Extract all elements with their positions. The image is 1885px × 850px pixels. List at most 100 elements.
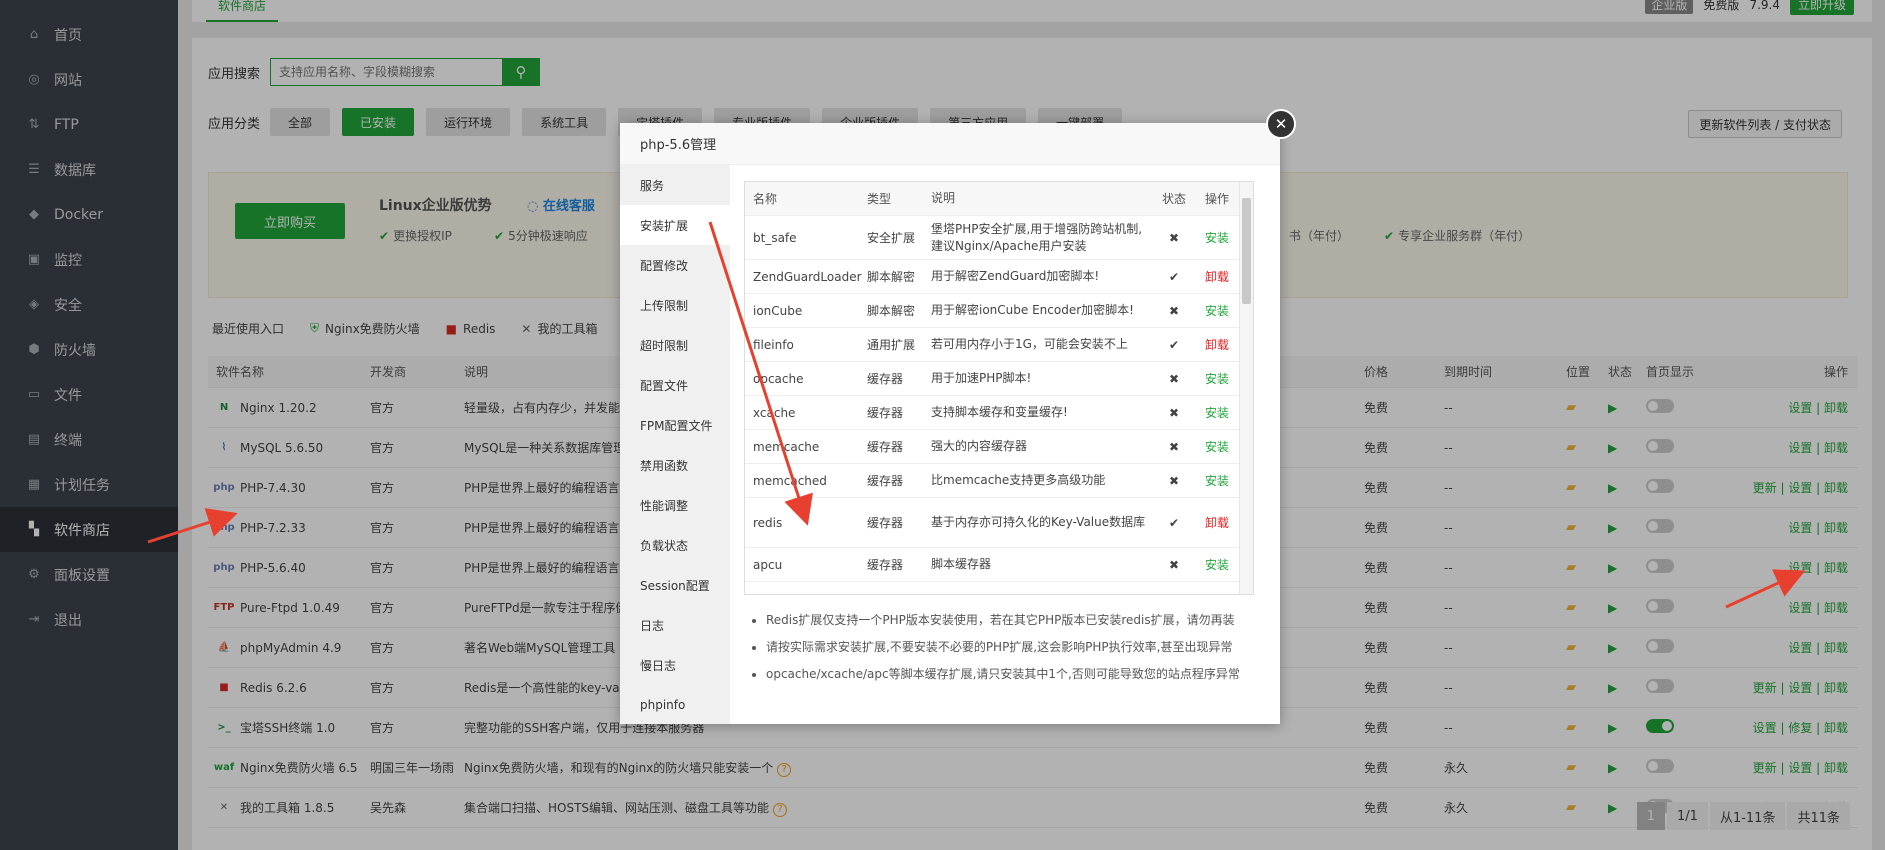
- extension-row: ionCube 脚本解密 用于解密ionCube Encoder加密脚本! ✖ 安装: [745, 294, 1253, 328]
- dialog-menu-item[interactable]: 配置文件: [620, 365, 730, 405]
- cross-icon: ✖: [1168, 439, 1180, 454]
- extension-name: fileinfo: [753, 337, 794, 352]
- note-item: 请按实际需求安装扩展,不要安装不必要的PHP扩展,这会影响PHP执行效率,甚至出…: [766, 638, 1270, 655]
- uninstall-button[interactable]: 卸载: [1193, 336, 1241, 353]
- extension-state: ✖: [1155, 474, 1193, 488]
- extension-row: apcu 缓存器 脚本缓存器 ✖ 安装: [745, 548, 1253, 582]
- dialog-menu-item[interactable]: phpinfo: [620, 685, 730, 725]
- extension-body: bt_safe 安全扩展 堡塔PHP安全扩展,用于增强防跨站机制,建议Nginx/A…: [745, 216, 1253, 582]
- install-button[interactable]: 安装: [1193, 404, 1241, 421]
- dialog-menu-item[interactable]: 慢日志: [620, 645, 730, 685]
- extension-desc: 比memcache支持更多高级功能: [931, 473, 1106, 488]
- extension-desc: 堡塔PHP安全扩展,用于增强防跨站机制,建议Nginx/Apache用户安装: [931, 222, 1143, 253]
- extension-state: ✔: [1155, 338, 1193, 352]
- install-button[interactable]: 安装: [1193, 302, 1241, 319]
- dialog-menu-item[interactable]: 上传限制: [620, 285, 730, 325]
- extension-desc: 强大的内容缓存器: [931, 439, 1028, 454]
- extension-desc: 基于内存亦可持久化的Key-Value数据库: [931, 515, 1146, 530]
- check-icon: ✔: [1168, 269, 1180, 284]
- install-button[interactable]: 安装: [1193, 438, 1241, 455]
- dialog-menu-item[interactable]: 超时限制: [620, 325, 730, 365]
- extension-state: ✖: [1155, 231, 1193, 245]
- check-icon: ✔: [1168, 515, 1180, 530]
- extension-type: 缓存器: [867, 474, 904, 488]
- dialog-menu-item[interactable]: 配置修改: [620, 245, 730, 285]
- uninstall-button[interactable]: 卸载: [1193, 514, 1241, 531]
- dialog-menu-item[interactable]: 日志: [620, 605, 730, 645]
- ext-header-name: 名称: [753, 192, 778, 206]
- cross-icon: ✖: [1168, 230, 1180, 245]
- extension-desc: 脚本缓存器: [931, 557, 992, 572]
- extension-row: memcache 缓存器 强大的内容缓存器 ✖ 安装: [745, 430, 1253, 464]
- php-manage-dialog: php-5.6管理 ✕ 服务 安装扩展 配置修改 上传限制 超时限制 配置文件 FPM配置文…: [620, 109, 1296, 724]
- extension-type: 缓存器: [867, 558, 904, 572]
- dialog-menu-item[interactable]: 性能调整: [620, 485, 730, 525]
- extension-type: 缓存器: [867, 516, 904, 530]
- uninstall-button[interactable]: 卸载: [1193, 268, 1241, 285]
- extension-state: ✖: [1155, 406, 1193, 420]
- cross-icon: ✖: [1168, 371, 1180, 386]
- extension-row: bt_safe 安全扩展 堡塔PHP安全扩展,用于增强防跨站机制,建议Nginx/A…: [745, 216, 1253, 260]
- extension-row: xcache 缓存器 支持脚本缓存和变量缓存! ✖ 安装: [745, 396, 1253, 430]
- dialog-menu-item[interactable]: 安装扩展: [620, 205, 730, 245]
- install-button[interactable]: 安装: [1193, 370, 1241, 387]
- extension-type: 缓存器: [867, 406, 904, 420]
- extension-desc: 若可用内存小于1G，可能会安装不上: [931, 337, 1128, 352]
- scrollbar-thumb[interactable]: [1242, 198, 1251, 304]
- extension-state: ✖: [1155, 558, 1193, 572]
- extension-row: redis 缓存器 基于内存亦可持久化的Key-Value数据库 ✔ 卸载: [745, 498, 1253, 548]
- extension-row: memcached 缓存器 比memcache支持更多高级功能 ✖ 安装: [745, 464, 1253, 498]
- extension-type: 脚本解密: [867, 270, 916, 284]
- dialog-menu-item[interactable]: 服务: [620, 165, 730, 205]
- install-button[interactable]: 安装: [1193, 229, 1241, 246]
- check-icon: ✔: [1168, 337, 1180, 352]
- extension-state: ✔: [1155, 516, 1193, 530]
- extension-row: fileinfo 通用扩展 若可用内存小于1G，可能会安装不上 ✔ 卸载: [745, 328, 1253, 362]
- dialog-title: php-5.6管理: [620, 123, 1280, 165]
- dialog-body: 名称 类型 说明 状态 操作 bt_safe 安全扩展 堡塔PHP安全扩展,用于增强…: [730, 165, 1280, 724]
- extension-state: ✖: [1155, 372, 1193, 386]
- install-button[interactable]: 安装: [1193, 556, 1241, 573]
- cross-icon: ✖: [1168, 303, 1180, 318]
- ext-header-op: 操作: [1204, 192, 1229, 206]
- install-button[interactable]: 安装: [1193, 472, 1241, 489]
- extension-name: ionCube: [753, 303, 803, 318]
- extension-header: 名称 类型 说明 状态 操作: [745, 182, 1253, 216]
- extension-notes: Redis扩展仅支持一个PHP版本安装使用，若在其它PHP版本已安装redis扩…: [750, 611, 1270, 692]
- extension-row: ZendGuardLoader 脚本解密 用于解密ZendGuard加密脚本! ✔ 卸载: [745, 260, 1253, 294]
- extension-name: opcache: [753, 371, 804, 386]
- extension-name: bt_safe: [753, 230, 797, 245]
- extension-table: 名称 类型 说明 状态 操作 bt_safe 安全扩展 堡塔PHP安全扩展,用于增强…: [744, 181, 1254, 595]
- extension-desc: 用于加速PHP脚本!: [931, 371, 1032, 386]
- ext-header-desc: 说明: [931, 191, 956, 206]
- extension-state: ✖: [1155, 304, 1193, 318]
- dialog-menu: 服务 安装扩展 配置修改 上传限制 超时限制 配置文件 FPM配置文件 禁用函数 性能调整 负载状…: [620, 165, 730, 724]
- cross-icon: ✖: [1168, 405, 1180, 420]
- extension-state: ✖: [1155, 440, 1193, 454]
- cross-icon: ✖: [1168, 473, 1180, 488]
- ext-header-state: 状态: [1161, 192, 1186, 206]
- extension-state: ✔: [1155, 270, 1193, 284]
- close-button[interactable]: ✕: [1266, 109, 1296, 139]
- extension-row: opcache 缓存器 用于加速PHP脚本! ✖ 安装: [745, 362, 1253, 396]
- cross-icon: ✖: [1168, 557, 1180, 572]
- dialog-menu-item[interactable]: 禁用函数: [620, 445, 730, 485]
- extension-desc: 支持脚本缓存和变量缓存!: [931, 405, 1068, 420]
- dialog-menu-item[interactable]: 负载状态: [620, 525, 730, 565]
- note-item: opcache/xcache/apc等脚本缓存扩展,请只安装其中1个,否则可能导…: [766, 665, 1270, 682]
- extension-name: redis: [753, 515, 783, 530]
- note-item: Redis扩展仅支持一个PHP版本安装使用，若在其它PHP版本已安装redis扩…: [766, 611, 1270, 628]
- extension-type: 通用扩展: [867, 338, 916, 352]
- extension-name: ZendGuardLoader: [753, 269, 862, 284]
- close-icon: ✕: [1274, 115, 1288, 133]
- extension-type: 脚本解密: [867, 304, 916, 318]
- dialog-menu-item[interactable]: FPM配置文件: [620, 405, 730, 445]
- extension-type: 缓存器: [867, 440, 904, 454]
- extension-type: 缓存器: [867, 372, 904, 386]
- dialog-menu-item[interactable]: Session配置: [620, 565, 730, 605]
- extension-name: xcache: [753, 405, 796, 420]
- extension-scrollbar[interactable]: [1239, 182, 1253, 594]
- ext-header-type: 类型: [867, 192, 892, 206]
- extension-desc: 用于解密ZendGuard加密脚本!: [931, 269, 1100, 284]
- extension-name: apcu: [753, 557, 783, 572]
